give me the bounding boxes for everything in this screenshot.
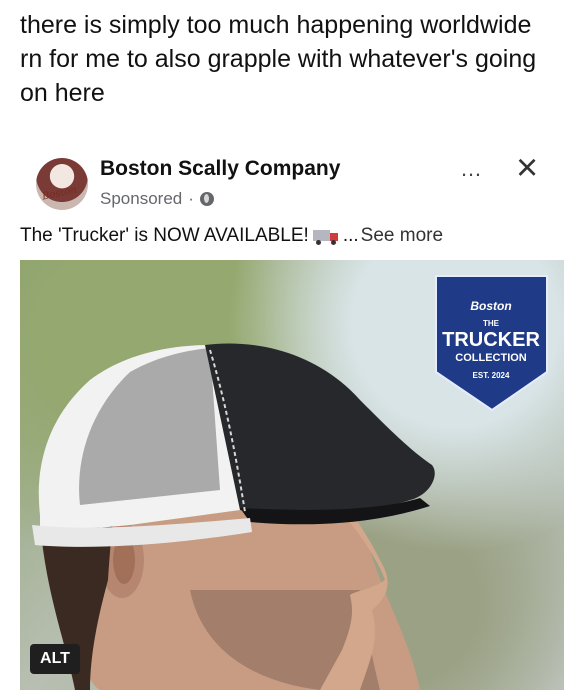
badge-collection: COLLECTION bbox=[455, 352, 527, 364]
sponsored-separator: · bbox=[188, 189, 194, 208]
post-text-body: The 'Trucker' is NOW AVAILABLE! bbox=[20, 225, 309, 246]
badge-logo-text: Boston bbox=[470, 299, 511, 313]
sponsored-post-card: Boston Boston Scally Company Sponsored ·… bbox=[20, 145, 564, 696]
trucker-collection-badge: Boston THE TRUCKER COLLECTION EST. 2024 bbox=[435, 275, 548, 412]
ad-photo[interactable]: Boston THE TRUCKER COLLECTION EST. 2024 … bbox=[20, 260, 564, 690]
globe-icon bbox=[199, 192, 214, 206]
page-avatar[interactable]: Boston bbox=[36, 158, 88, 210]
sponsored-label: Sponsored bbox=[100, 189, 183, 208]
post-text-ellipsis: ... bbox=[342, 225, 359, 246]
close-icon[interactable]: × bbox=[516, 148, 538, 188]
see-more-link[interactable]: See more bbox=[361, 225, 443, 247]
badge-est: EST. 2024 bbox=[473, 371, 510, 380]
ad-photo-illustration: Boston THE TRUCKER COLLECTION EST. 2024 bbox=[32, 275, 548, 690]
post-text: The 'Trucker' is NOW AVAILABLE! ... See … bbox=[20, 225, 443, 247]
sponsored-line: Sponsored · bbox=[100, 189, 214, 209]
page-name[interactable]: Boston Scally Company bbox=[100, 157, 340, 181]
tweet-caption: there is simply too much happening world… bbox=[20, 11, 537, 107]
truck-emoji-icon bbox=[312, 228, 339, 245]
avatar-logo-text: Boston bbox=[41, 184, 78, 203]
alt-text-button[interactable]: ALT bbox=[30, 644, 80, 674]
more-options-icon[interactable]: … bbox=[460, 156, 483, 182]
badge-trucker: TRUCKER bbox=[442, 329, 540, 351]
badge-the: THE bbox=[483, 319, 500, 328]
